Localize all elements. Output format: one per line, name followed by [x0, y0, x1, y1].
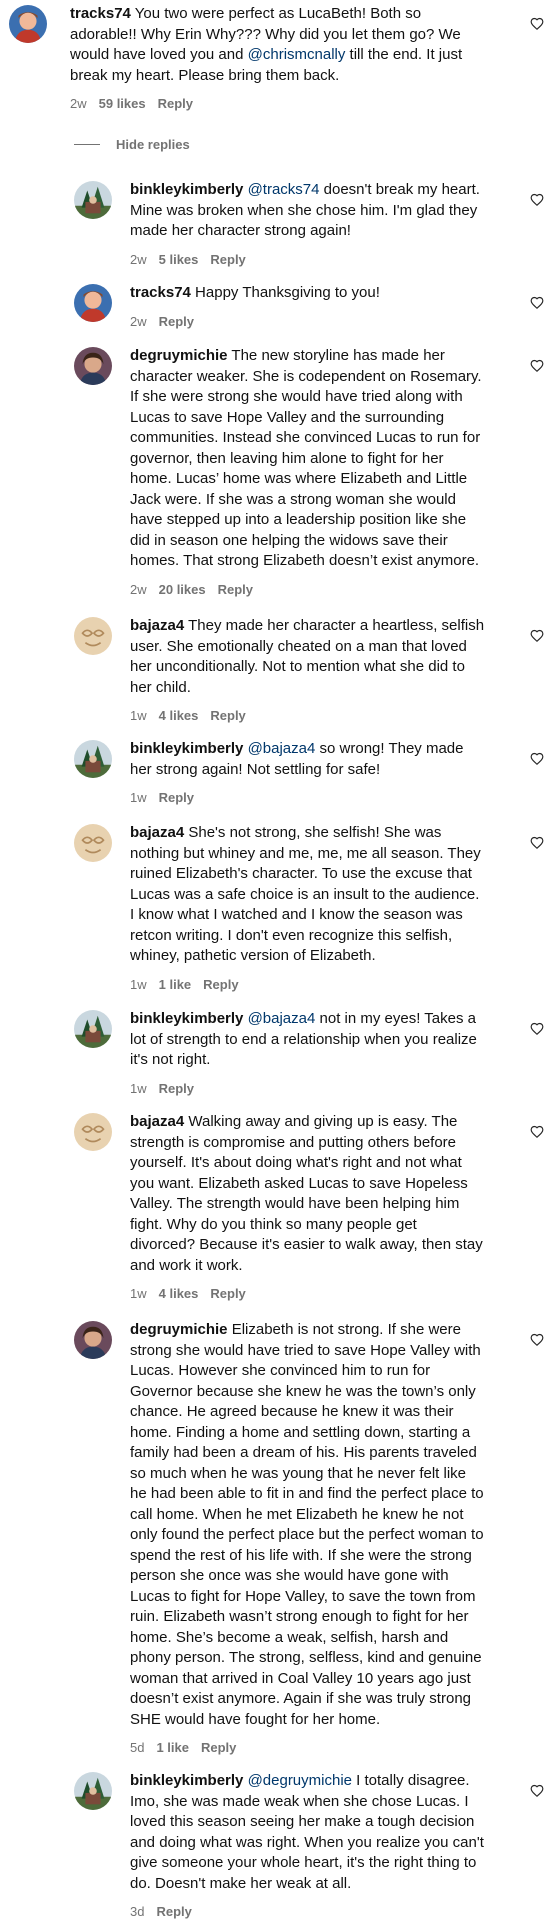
- likes-count[interactable]: 59 likes: [99, 96, 146, 111]
- comment-meta: 3d Reply: [130, 1904, 204, 1920]
- heart-icon[interactable]: [530, 193, 544, 207]
- username-link[interactable]: tracks74: [130, 284, 191, 301]
- comment-text: bajaza4 Walking away and giving up is ea…: [130, 1113, 483, 1274]
- reply-button[interactable]: Reply: [210, 708, 245, 723]
- comment-text: tracks74 You two were perfect as LucaBet…: [70, 5, 463, 84]
- reply-button[interactable]: Reply: [159, 314, 194, 329]
- timestamp: 1w: [130, 1081, 147, 1096]
- avatar[interactable]: [74, 1321, 112, 1359]
- heart-icon[interactable]: [530, 1784, 544, 1798]
- avatar[interactable]: [74, 181, 112, 219]
- timestamp: 2w: [70, 96, 87, 111]
- mention-link[interactable]: @degruymichie: [248, 1772, 352, 1789]
- avatar[interactable]: [9, 5, 47, 43]
- reply-button[interactable]: Reply: [158, 96, 193, 111]
- comment-meta: 5d 1 like Reply: [130, 1740, 248, 1756]
- username-link[interactable]: binkleykimberly: [130, 740, 243, 757]
- username-link[interactable]: bajaza4: [130, 824, 184, 841]
- username-link[interactable]: bajaza4: [130, 617, 184, 634]
- timestamp: 2w: [130, 252, 147, 267]
- comment-meta: 1w 4 likes Reply: [130, 1286, 258, 1302]
- comment-text: binkleykimberly @tracks74 doesn't break …: [130, 181, 480, 239]
- username-link[interactable]: binkleykimberly: [130, 1772, 243, 1789]
- avatar[interactable]: [74, 824, 112, 862]
- comment-text: binkleykimberly @bajaza4 not in my eyes!…: [130, 1010, 477, 1068]
- comment-meta: 2w 20 likes Reply: [130, 582, 265, 598]
- timestamp: 2w: [130, 582, 147, 597]
- likes-count[interactable]: 20 likes: [159, 582, 206, 597]
- comment-meta: 2w 59 likes Reply: [70, 96, 205, 112]
- divider-line: [74, 143, 100, 145]
- username-link[interactable]: binkleykimberly: [130, 181, 243, 198]
- avatar[interactable]: [74, 284, 112, 322]
- mention-link[interactable]: @chrismcnally: [248, 46, 346, 63]
- likes-count[interactable]: 1 like: [156, 1740, 189, 1755]
- heart-icon[interactable]: [530, 296, 544, 310]
- comment-meta: 2w Reply: [130, 314, 206, 330]
- mention-link[interactable]: @bajaza4: [248, 740, 316, 757]
- comment-text: bajaza4 They made her character a heartl…: [130, 617, 485, 696]
- timestamp: 5d: [130, 1740, 145, 1755]
- comment-meta: 2w 5 likes Reply: [130, 252, 258, 268]
- comment-meta: 1w 4 likes Reply: [130, 708, 258, 724]
- likes-count[interactable]: 4 likes: [159, 1286, 199, 1301]
- likes-count[interactable]: 1 like: [159, 977, 192, 992]
- comment-text: tracks74 Happy Thanksgiving to you!: [130, 284, 380, 301]
- username-link[interactable]: degruymichie: [130, 347, 228, 364]
- heart-icon[interactable]: [530, 836, 544, 850]
- likes-count[interactable]: 5 likes: [159, 252, 199, 267]
- mention-link[interactable]: @tracks74: [248, 181, 320, 198]
- reply-button[interactable]: Reply: [201, 1740, 236, 1755]
- comment-meta: 1w Reply: [130, 1081, 206, 1097]
- hide-replies-button[interactable]: Hide replies: [74, 134, 190, 154]
- reply-button[interactable]: Reply: [159, 790, 194, 805]
- comment-meta: 1w 1 like Reply: [130, 977, 251, 993]
- timestamp: 2w: [130, 314, 147, 329]
- comment-text: degruymichie Elizabeth is not strong. If…: [130, 1321, 484, 1728]
- comment-text: binkleykimberly @degruymichie I totally …: [130, 1772, 484, 1892]
- reply-button[interactable]: Reply: [156, 1904, 191, 1919]
- mention-link[interactable]: @bajaza4: [248, 1010, 316, 1027]
- comment-meta: 1w Reply: [130, 790, 206, 806]
- heart-icon[interactable]: [530, 17, 544, 31]
- heart-icon[interactable]: [530, 752, 544, 766]
- hide-replies-label: Hide replies: [116, 136, 190, 152]
- comment-text: binkleykimberly @bajaza4 so wrong! They …: [130, 740, 464, 778]
- timestamp: 3d: [130, 1904, 145, 1919]
- reply-button[interactable]: Reply: [203, 977, 238, 992]
- reply-button[interactable]: Reply: [210, 1286, 245, 1301]
- heart-icon[interactable]: [530, 359, 544, 373]
- username-link[interactable]: degruymichie: [130, 1321, 228, 1338]
- reply-button[interactable]: Reply: [210, 252, 245, 267]
- heart-icon[interactable]: [530, 629, 544, 643]
- heart-icon[interactable]: [530, 1333, 544, 1347]
- avatar[interactable]: [74, 1010, 112, 1048]
- username-link[interactable]: bajaza4: [130, 1113, 184, 1130]
- comment-text: degruymichie The new storyline has made …: [130, 347, 482, 569]
- timestamp: 1w: [130, 977, 147, 992]
- timestamp: 1w: [130, 1286, 147, 1301]
- heart-icon[interactable]: [530, 1022, 544, 1036]
- avatar[interactable]: [74, 1772, 112, 1810]
- avatar[interactable]: [74, 740, 112, 778]
- username-link[interactable]: tracks74: [70, 5, 131, 22]
- avatar[interactable]: [74, 347, 112, 385]
- comment-text: bajaza4 She's not strong, she selfish! S…: [130, 824, 481, 964]
- timestamp: 1w: [130, 790, 147, 805]
- username-link[interactable]: binkleykimberly: [130, 1010, 243, 1027]
- avatar[interactable]: [74, 617, 112, 655]
- timestamp: 1w: [130, 708, 147, 723]
- reply-button[interactable]: Reply: [218, 582, 253, 597]
- avatar[interactable]: [74, 1113, 112, 1151]
- heart-icon[interactable]: [530, 1125, 544, 1139]
- reply-button[interactable]: Reply: [159, 1081, 194, 1096]
- likes-count[interactable]: 4 likes: [159, 708, 199, 723]
